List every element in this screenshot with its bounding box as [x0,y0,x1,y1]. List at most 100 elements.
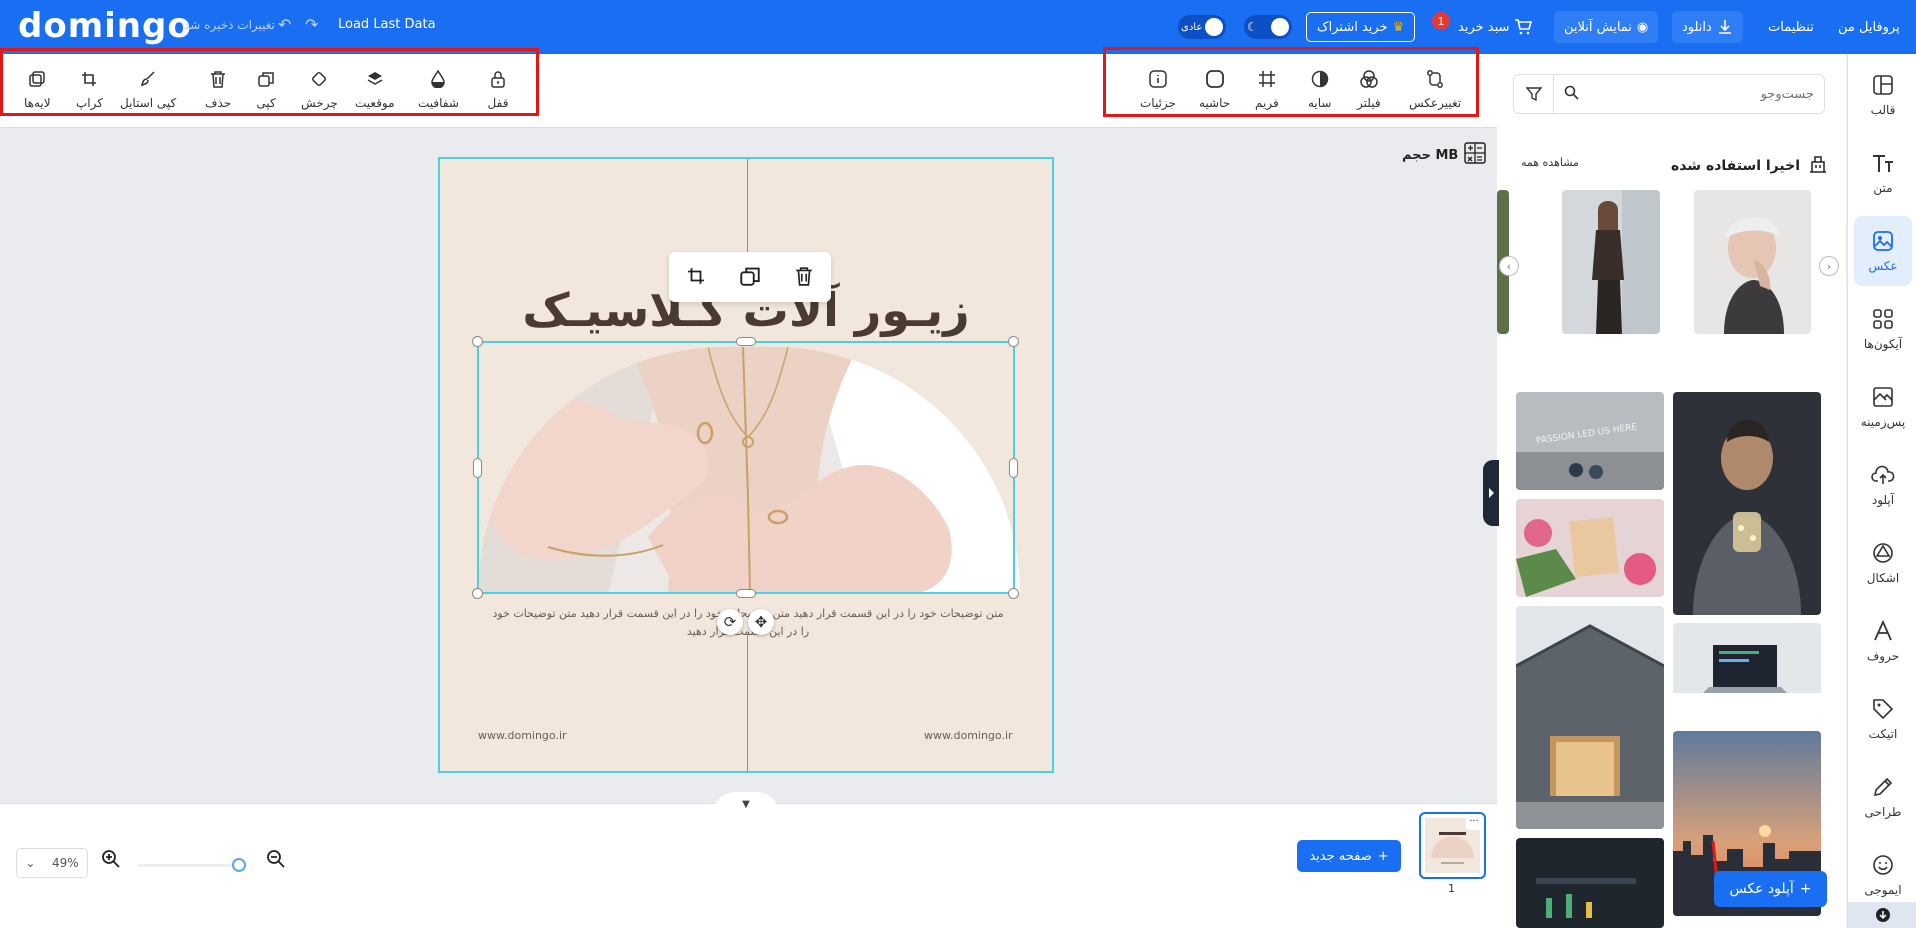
tool-details[interactable]: جزئیات [1140,68,1176,110]
gallery-image-building[interactable] [1516,606,1664,829]
tool-position[interactable]: موقعیت [355,68,395,110]
resize-handle-right[interactable] [1009,458,1018,478]
sidebar-item-background[interactable]: پس‌زمینه [1854,372,1912,442]
zoom-select[interactable]: ⌄ 49% [16,848,88,878]
see-all-link[interactable]: مشاهده همه [1521,156,1579,169]
gallery-image-laptop-desk[interactable] [1673,623,1821,721]
tool-crop[interactable]: کراپ [76,68,103,110]
context-menu [669,252,831,302]
arrow-right-icon[interactable]: › [1819,256,1839,276]
tool-layers[interactable]: لایه‌ها [24,68,51,110]
panel-collapse-tab[interactable] [1483,460,1499,526]
tool-rotate[interactable]: چرخش [301,68,338,110]
collapse-pages-icon[interactable]: ▼ [712,792,780,816]
website-text-left[interactable]: www.domingo.ir [478,729,567,742]
resize-handle-bottom-right[interactable] [1008,588,1019,599]
theme-label: عادی [1181,21,1203,33]
sidebar-item-letters[interactable]: حروف [1854,606,1912,676]
resize-handle-top-left[interactable] [472,336,483,347]
tool-frame[interactable]: فریم [1255,68,1279,110]
resize-handle-top-right[interactable] [1008,336,1019,347]
sidebar-item-draw[interactable]: طراحی [1854,762,1912,832]
cart-button[interactable]: سبد خرید [1458,11,1533,43]
new-page-button[interactable]: صفحه جدید + [1297,840,1401,872]
crown-icon: ♛ [1392,19,1405,35]
theme-toggle[interactable]: عادی [1178,15,1226,39]
online-preview-button[interactable]: نمایش آنلاین ◉ [1554,11,1659,43]
tool-copy[interactable]: کپی [255,68,277,110]
layers-icon [26,68,48,90]
tool-border[interactable]: حاشیه [1199,68,1230,110]
tool-filter[interactable]: فیلتر [1357,68,1381,110]
tool-opacity[interactable]: شفافیت [418,68,459,110]
tool-copy-style[interactable]: کپی استایل [120,68,176,110]
resize-handle-left[interactable] [473,458,482,478]
recent-section-title: اخیرا استفاده شده [1671,154,1828,178]
gallery-image-sign[interactable]: PASSION LED US HERE [1516,392,1664,490]
sidebar-item-emoji[interactable]: ایموجی [1854,840,1912,910]
sidebar-item-icons[interactable]: آیکون‌ها [1854,294,1912,364]
resize-handle-bottom-left[interactable] [472,588,483,599]
zoom-slider-knob[interactable] [232,858,246,872]
page-options-icon[interactable]: ··· [1466,817,1482,830]
sidebar-item-images[interactable]: عکس [1854,216,1912,286]
letters-icon [1871,619,1895,643]
profile-link[interactable]: پروفایل من [1838,11,1900,43]
gallery-image-flowers[interactable] [1516,499,1664,597]
settings-link[interactable]: تنظیمات [1768,11,1814,43]
sidebar-item-templates[interactable]: قالب [1854,60,1912,130]
pen-icon [1871,775,1895,799]
search-input[interactable] [1579,76,1824,112]
trash-icon[interactable] [795,266,813,289]
sidebar-item-shapes[interactable]: اشکال [1854,528,1912,598]
duplicate-icon[interactable] [740,266,760,289]
tool-lock[interactable]: قفل [487,68,509,110]
sidebar-item-upload[interactable]: آپلود [1854,450,1912,520]
copy-icon [255,68,277,90]
arrow-left-icon[interactable]: ‹ [1499,256,1519,276]
resize-handle-bottom[interactable] [736,589,756,598]
dark-mode-toggle[interactable]: ☾ [1244,15,1292,39]
emoji-icon [1871,853,1895,877]
zoom-slider[interactable] [138,864,244,867]
scroll-down-icon[interactable] [1848,902,1916,928]
moon-icon: ☾ [1247,20,1258,34]
upload-image-button[interactable]: آپلود عکس + [1714,871,1827,907]
move-handle-icon[interactable]: ✥ [748,609,774,635]
resize-handle-top[interactable] [736,337,756,346]
cloud-upload-icon [1871,463,1895,487]
redo-icon[interactable]: ↷ [305,15,318,34]
tool-shadow[interactable]: سایه [1308,68,1331,110]
trash-icon [207,68,229,90]
tool-replace-image[interactable]: تغییرعکس [1409,68,1461,110]
load-last-data-button[interactable]: Load Last Data [338,17,436,32]
saved-status: تغییرات ذخیره شد [184,18,275,32]
tag-icon [1871,697,1895,721]
subscribe-button[interactable]: خرید اشتراک ♛ [1306,12,1416,42]
zoom-in-icon[interactable] [101,849,121,874]
recent-image-woman-standing[interactable] [1562,190,1660,334]
gallery-image-jar-lights[interactable] [1673,392,1821,615]
brush-icon [137,68,159,90]
website-text-right[interactable]: www.domingo.ir [924,729,1013,742]
recent-image-portrait[interactable] [1694,190,1811,334]
image-icon [1871,229,1895,253]
chevron-down-icon: ⌄ [25,856,36,870]
sidebar-item-text[interactable]: متن [1854,138,1912,208]
tool-delete[interactable]: حذف [205,68,231,110]
shadow-icon [1309,68,1331,90]
sidebar-item-tags[interactable]: اتیکت [1854,684,1912,754]
download-button[interactable]: دانلود [1672,11,1743,43]
rotate-handle-icon[interactable]: ⟳ [717,609,743,635]
text-icon [1871,151,1895,175]
zoom-out-icon[interactable] [266,849,286,874]
top-bar: domingo تغییرات ذخیره شد ↶ ↷ Load Last D… [0,0,1916,54]
undo-icon[interactable]: ↶ [278,15,291,34]
crop-icon[interactable] [687,267,705,288]
filter-icon[interactable] [1514,75,1554,113]
cart-badge: 1 [1432,12,1450,30]
rounded-square-icon [1204,68,1226,90]
layer-stack-icon [364,68,386,90]
selection-box[interactable] [477,341,1015,594]
gallery-image-mixer[interactable] [1516,838,1664,928]
